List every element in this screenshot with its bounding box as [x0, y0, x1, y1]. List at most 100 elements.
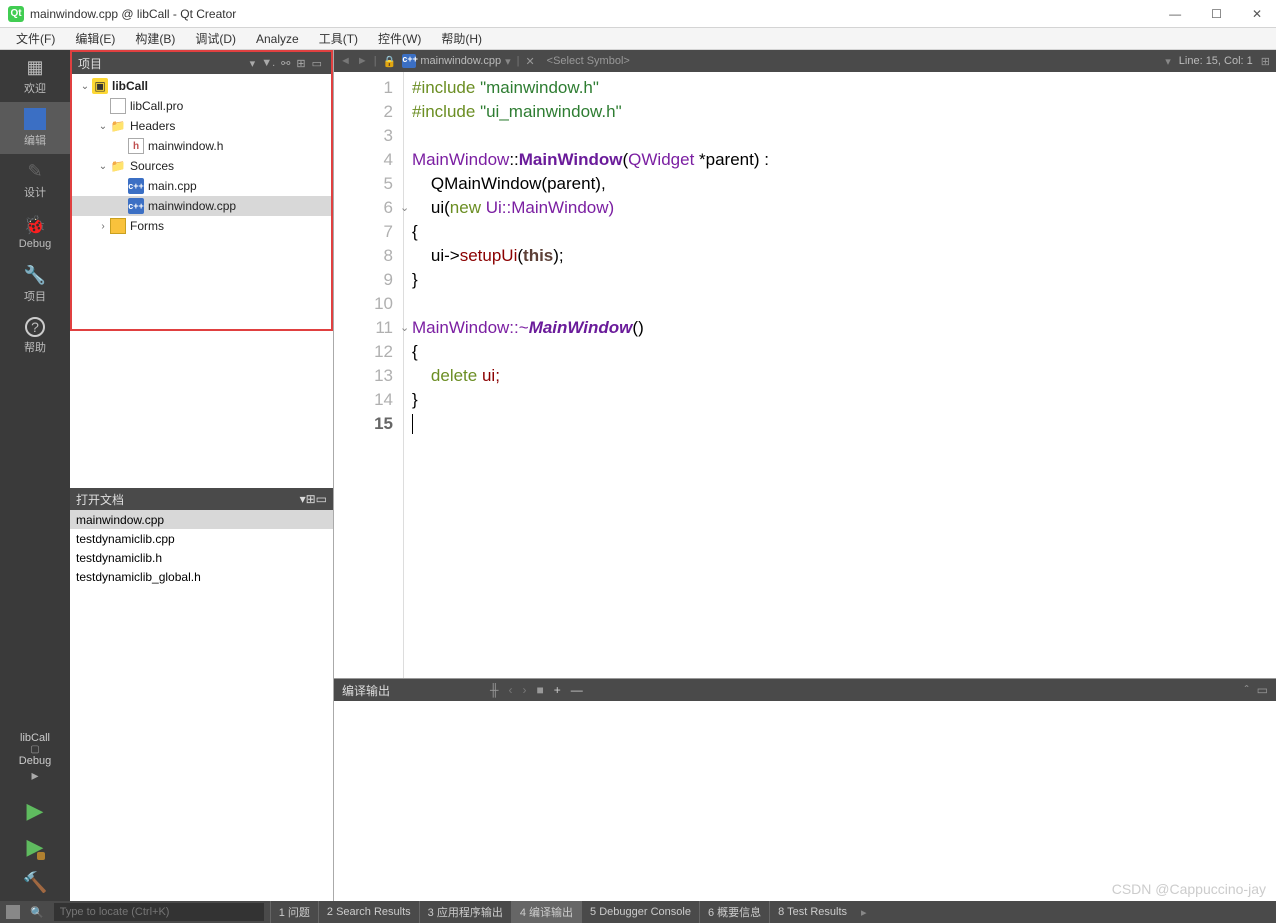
open-doc-item[interactable]: testdynamiclib_global.h	[70, 567, 333, 586]
open-doc-item[interactable]: testdynamiclib.cpp	[70, 529, 333, 548]
maximize-button[interactable]: ☐	[1205, 3, 1228, 25]
project-tree[interactable]: ⌄▣libCalllibCall.pro⌄📁Headershmainwindow…	[72, 74, 331, 329]
help-icon: ?	[25, 317, 45, 337]
plus-icon[interactable]: +	[554, 683, 561, 697]
file-tab[interactable]: c++ mainwindow.cpp ▾	[402, 54, 510, 68]
tree-row[interactable]: c++ mainwindow.cpp	[72, 196, 331, 216]
menubar: 文件(F)编辑(E)构建(B)调试(D)Analyze工具(T)控件(W)帮助(…	[0, 28, 1276, 50]
menu-item[interactable]: 工具(T)	[309, 28, 368, 49]
close-button[interactable]: ✕	[1246, 3, 1268, 25]
opendocs-header: 打开文档 ▾ ⊞ ▭	[70, 488, 333, 510]
projects-panel: 项目 ▾ ▼. ⚯ ⊞ ▭ ⌄▣libCalllibCall.pro⌄📁Head…	[70, 50, 333, 331]
tree-row[interactable]: c++main.cpp	[72, 176, 331, 196]
mode-project[interactable]: 🔧 项目	[0, 258, 70, 310]
lock-icon[interactable]: 🔒	[383, 55, 397, 68]
tree-label: main.cpp	[148, 179, 197, 193]
editor-area[interactable]: 123456789101112131415 #include "mainwind…	[334, 72, 1276, 678]
collapse-icon[interactable]: ▭	[1257, 683, 1268, 697]
line-gutter: 123456789101112131415	[334, 72, 404, 678]
link-icon[interactable]: ⚯	[278, 57, 293, 70]
minimize-button[interactable]: —	[1163, 3, 1187, 25]
run-button[interactable]: ▶	[27, 798, 44, 824]
tree-row[interactable]: hmainwindow.h	[72, 136, 331, 156]
window-controls: — ☐ ✕	[1163, 3, 1268, 25]
output-body[interactable]	[334, 701, 1276, 901]
output-pane-tab[interactable]: 1 问题	[270, 901, 318, 923]
menu-item[interactable]: 编辑(E)	[65, 28, 125, 49]
tree-label: libCall	[112, 79, 148, 93]
mode-edit[interactable]: 编辑	[0, 102, 70, 154]
stop-icon[interactable]: ■	[537, 683, 544, 697]
build-button[interactable]: 🔨	[23, 870, 48, 895]
output-title: 编译输出	[342, 682, 390, 699]
folder-icon: 📁	[110, 158, 126, 174]
watermark: CSDN @Cappuccino-jay	[1112, 881, 1266, 897]
chevron-right-icon[interactable]: ▸	[855, 906, 873, 919]
mode-design-label: 设计	[24, 184, 46, 200]
sidebar-toggle-icon[interactable]	[6, 905, 20, 919]
tree-label: libCall.pro	[130, 99, 183, 113]
output-pane-tab[interactable]: 3 应用程序输出	[419, 901, 511, 923]
output-pane-tab[interactable]: 4 编译输出	[511, 901, 581, 923]
dropdown-icon[interactable]: ▾	[247, 57, 259, 70]
tree-row[interactable]: libCall.pro	[72, 96, 331, 116]
locator-input[interactable]	[54, 903, 264, 921]
menu-item[interactable]: 构建(B)	[125, 28, 185, 49]
minus-icon[interactable]: —	[571, 683, 583, 697]
open-doc-item[interactable]: mainwindow.cpp	[70, 510, 333, 529]
mode-welcome[interactable]: ▦ 欢迎	[0, 50, 70, 102]
expand-icon[interactable]: ⌄	[78, 81, 92, 92]
filter-icon[interactable]: ╫	[490, 683, 499, 697]
mode-debug-label: Debug	[19, 238, 51, 250]
menu-item[interactable]: Analyze	[246, 30, 309, 48]
close-panel-icon[interactable]: ▭	[309, 57, 325, 70]
tree-label: mainwindow.cpp	[148, 199, 236, 213]
open-doc-item[interactable]: testdynamiclib.h	[70, 548, 333, 567]
kit-name: libCall	[19, 732, 51, 744]
output-pane-tab[interactable]: 5 Debugger Console	[581, 901, 699, 923]
cursor-position: Line: 15, Col: 1	[1179, 55, 1253, 67]
debug-run-button[interactable]: ▶	[27, 834, 44, 860]
chevron-right-icon: ▸	[19, 767, 51, 784]
tree-row[interactable]: ⌄📁Headers	[72, 116, 331, 136]
tree-label: Headers	[130, 119, 175, 133]
output-pane-tab[interactable]: 6 概要信息	[699, 901, 769, 923]
chevron-up-icon[interactable]: ˆ	[1245, 683, 1249, 697]
split-icon[interactable]: ⊞	[306, 492, 316, 506]
window-title: mainwindow.cpp @ libCall - Qt Creator	[30, 7, 236, 21]
edit-icon	[24, 108, 46, 130]
tree-row[interactable]: ⌄📁 Sources	[72, 156, 331, 176]
design-icon: ✎	[24, 160, 46, 182]
expand-icon[interactable]: ⌄	[96, 121, 110, 132]
kit-selector[interactable]: libCall ▢ Debug ▸	[19, 732, 51, 788]
expand-icon[interactable]: ⌄	[96, 161, 110, 172]
mode-design[interactable]: ✎ 设计	[0, 154, 70, 206]
prev-icon[interactable]: ‹	[509, 683, 513, 697]
filter-icon[interactable]: ▼.	[258, 57, 278, 69]
expand-icon[interactable]: ›	[96, 221, 110, 232]
symbol-selector[interactable]: <Select Symbol>	[541, 55, 636, 67]
close-panel-icon[interactable]: ▭	[316, 492, 327, 506]
cpp-icon: c++	[128, 198, 144, 214]
back-button[interactable]: ◄	[340, 55, 351, 67]
tree-row[interactable]: ›Forms	[72, 216, 331, 236]
output-pane-tab[interactable]: 2 Search Results	[318, 901, 419, 923]
mode-debug[interactable]: 🐞 Debug	[0, 206, 70, 258]
next-icon[interactable]: ›	[523, 683, 527, 697]
open-documents-list[interactable]: mainwindow.cpptestdynamiclib.cpptestdyna…	[70, 510, 333, 586]
editor-toolbar: ◄ ► | 🔒 c++ mainwindow.cpp ▾ | ✕ <Select…	[334, 50, 1276, 72]
tree-label: Sources	[130, 159, 174, 173]
mode-help[interactable]: ? 帮助	[0, 310, 70, 362]
tree-row[interactable]: ⌄▣libCall	[72, 76, 331, 96]
close-tab-icon[interactable]: ✕	[525, 55, 534, 68]
code-content[interactable]: #include "mainwindow.h"#include "ui_main…	[404, 72, 1276, 678]
menu-item[interactable]: 文件(F)	[6, 28, 65, 49]
split-icon[interactable]: ⊞	[293, 57, 308, 70]
split-editor-icon[interactable]: ⊞	[1261, 55, 1270, 68]
menu-item[interactable]: 调试(D)	[185, 28, 246, 49]
mode-edit-label: 编辑	[24, 132, 46, 148]
forward-button[interactable]: ►	[357, 55, 368, 67]
menu-item[interactable]: 控件(W)	[368, 28, 431, 49]
output-pane-tab[interactable]: 8 Test Results	[769, 901, 855, 923]
menu-item[interactable]: 帮助(H)	[431, 28, 492, 49]
